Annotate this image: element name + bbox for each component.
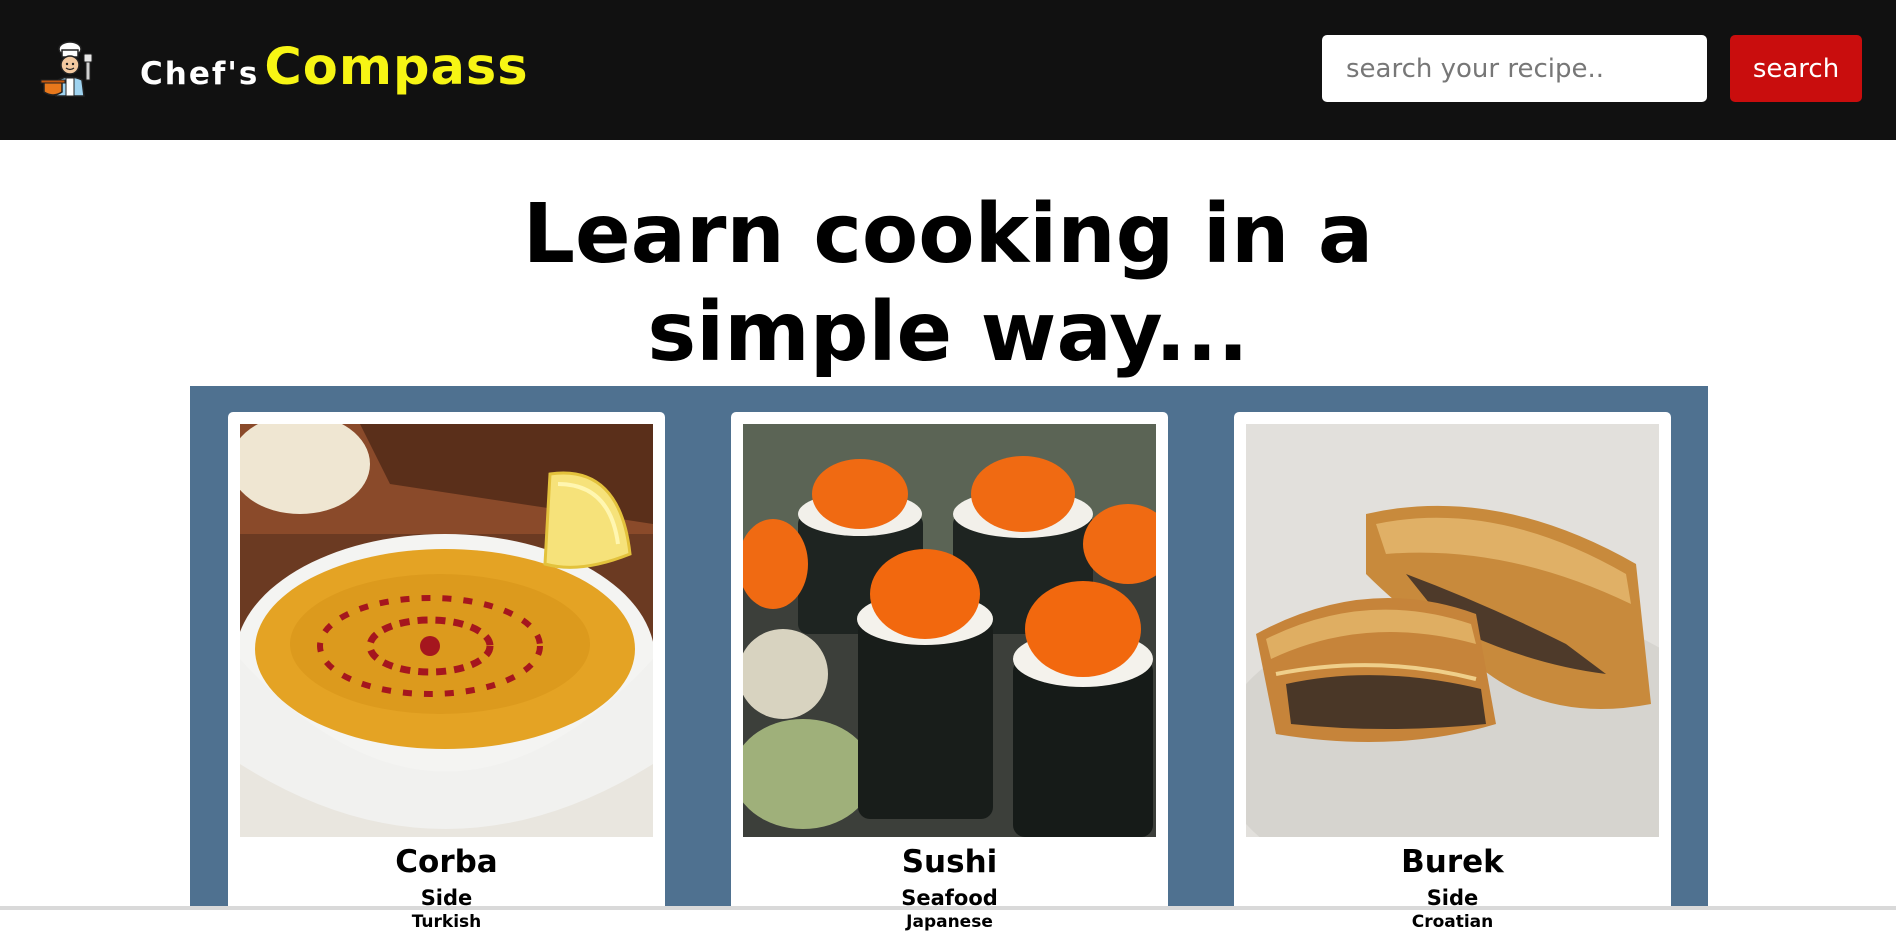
page-headline: Learn cooking in a simple way... xyxy=(448,186,1448,382)
recipe-area: Turkish xyxy=(411,912,482,932)
page-bottom-divider xyxy=(0,906,1896,910)
brand-prefix: Chef's xyxy=(140,56,260,92)
recipe-title[interactable]: Sushi xyxy=(731,844,1168,880)
recipe-card-burek[interactable]: Burek Side Croatian xyxy=(1234,412,1671,932)
site-brand[interactable]: Chef's Compass xyxy=(140,38,529,97)
search-button[interactable]: search xyxy=(1730,35,1862,102)
recipe-title[interactable]: Burek xyxy=(1234,844,1671,880)
headline-line-1: Learn cooking in a xyxy=(522,187,1374,282)
recipe-area: Japanese xyxy=(906,912,993,932)
search-input[interactable] xyxy=(1322,35,1707,102)
recipe-title[interactable]: Corba xyxy=(228,844,665,880)
chef-cooking-icon[interactable] xyxy=(38,38,102,102)
recipe-area: Croatian xyxy=(1411,912,1494,932)
sushi-rolls-photo[interactable] xyxy=(743,424,1156,837)
top-navbar: Chef's Compass search xyxy=(0,0,1896,140)
recipe-cards-panel: Corba Side Turkish Sushi Seafood Japanes… xyxy=(190,386,1708,932)
burek-pastry-photo[interactable] xyxy=(1246,424,1659,837)
headline-line-2: simple way... xyxy=(647,285,1249,380)
lentil-soup-photo[interactable] xyxy=(240,424,653,837)
recipe-card-sushi[interactable]: Sushi Seafood Japanese xyxy=(731,412,1168,932)
brand-name: Compass xyxy=(264,38,529,97)
recipe-card-corba[interactable]: Corba Side Turkish xyxy=(228,412,665,932)
